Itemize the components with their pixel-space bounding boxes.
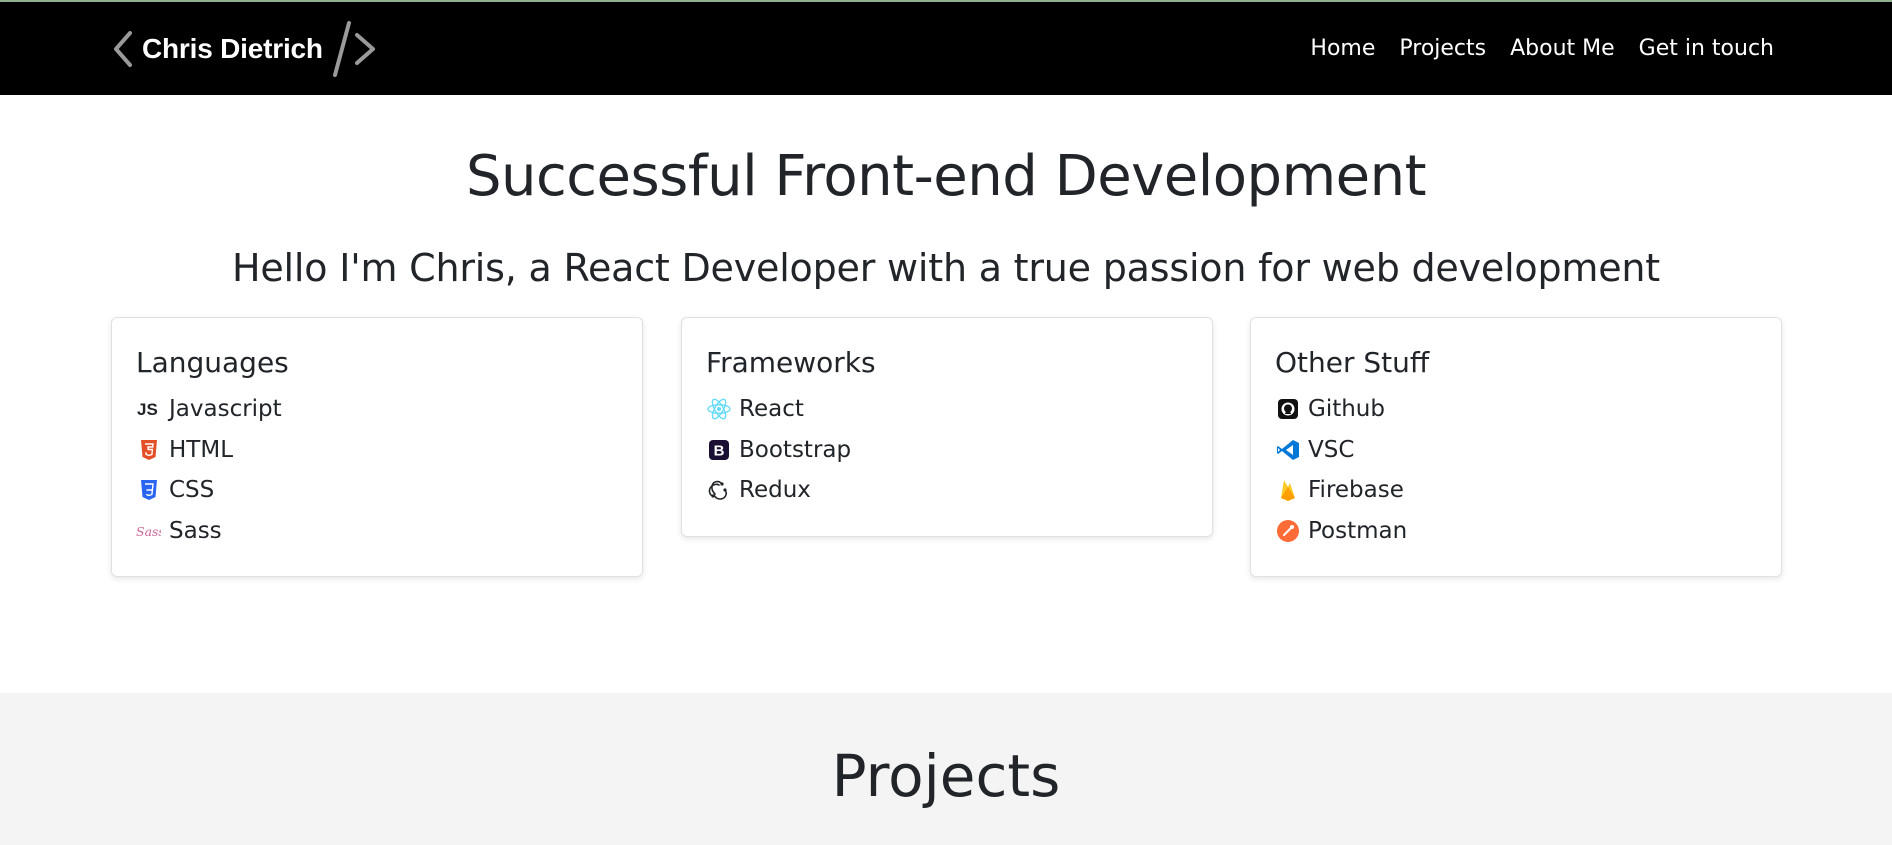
brand-name: Chris Dietrich bbox=[142, 32, 323, 64]
hero-title: Successful Front-end Development bbox=[465, 144, 1427, 209]
navbar: Chris Dietrich Home Projects About Me Ge… bbox=[0, 2, 1892, 95]
list-item-label: HTML bbox=[169, 436, 234, 463]
vscode-icon bbox=[1275, 437, 1300, 462]
github-icon bbox=[1275, 397, 1300, 422]
sass-icon: Sass bbox=[136, 518, 161, 543]
projects-section: Projects bbox=[0, 693, 1892, 845]
card-other-stuff: Other Stuff Github VSC Firebase Postman bbox=[1250, 317, 1782, 577]
list-item: HTML bbox=[136, 430, 618, 471]
card-languages: Languages JS Javascript HTML CSS Sass Sa… bbox=[111, 317, 643, 577]
list-item: Postman bbox=[1275, 511, 1757, 552]
card-title: Frameworks bbox=[706, 346, 876, 379]
nav-about-me[interactable]: About Me bbox=[1510, 36, 1615, 61]
react-icon bbox=[706, 397, 731, 422]
firebase-icon bbox=[1275, 478, 1300, 503]
redux-icon bbox=[706, 478, 731, 503]
list-item-label: Bootstrap bbox=[739, 436, 852, 463]
list-item-label: VSC bbox=[1308, 436, 1355, 463]
list-item-label: Github bbox=[1308, 396, 1385, 423]
nav-projects[interactable]: Projects bbox=[1399, 36, 1486, 61]
hero-subtitle: Hello I'm Chris, a React Developer with … bbox=[232, 246, 1660, 290]
list-item: Sass Sass bbox=[136, 511, 618, 552]
list-item-label: Postman bbox=[1308, 517, 1408, 544]
svg-text:Sass: Sass bbox=[136, 524, 161, 539]
list-item: React bbox=[706, 389, 1188, 430]
javascript-icon: JS bbox=[136, 397, 161, 422]
brand-logo[interactable]: Chris Dietrich bbox=[110, 20, 381, 77]
list-item: JS Javascript bbox=[136, 389, 618, 430]
list-item: CSS bbox=[136, 470, 618, 511]
card-frameworks: Frameworks React B Bootstrap Redux bbox=[681, 317, 1213, 537]
svg-text:JS: JS bbox=[137, 400, 158, 419]
nav-home[interactable]: Home bbox=[1310, 36, 1375, 61]
list-item-label: Firebase bbox=[1308, 477, 1404, 504]
nav-links: Home Projects About Me Get in touch bbox=[1286, 36, 1774, 61]
list-item-label: React bbox=[739, 396, 804, 423]
list-item-label: Sass bbox=[169, 517, 222, 544]
skills-cards: Languages JS Javascript HTML CSS Sass Sa… bbox=[0, 287, 1892, 587]
projects-title: Projects bbox=[831, 742, 1061, 810]
list-item: Redux bbox=[706, 470, 1188, 511]
list-item-label: CSS bbox=[169, 477, 215, 504]
list-item-label: Javascript bbox=[169, 396, 282, 423]
nav-get-in-touch[interactable]: Get in touch bbox=[1639, 36, 1774, 61]
list-item: VSC bbox=[1275, 430, 1757, 471]
postman-icon bbox=[1275, 518, 1300, 543]
html5-icon bbox=[136, 437, 161, 462]
chevron-left-icon bbox=[114, 30, 132, 67]
css3-icon bbox=[136, 478, 161, 503]
list-item-label: Redux bbox=[739, 477, 811, 504]
bootstrap-icon: B bbox=[706, 437, 731, 462]
list-item: Github bbox=[1275, 389, 1757, 430]
list-item: Firebase bbox=[1275, 470, 1757, 511]
card-title: Languages bbox=[136, 346, 289, 379]
code-slash-icon bbox=[332, 20, 375, 77]
svg-text:B: B bbox=[713, 442, 724, 459]
list-item: B Bootstrap bbox=[706, 430, 1188, 471]
card-title: Other Stuff bbox=[1275, 346, 1430, 379]
